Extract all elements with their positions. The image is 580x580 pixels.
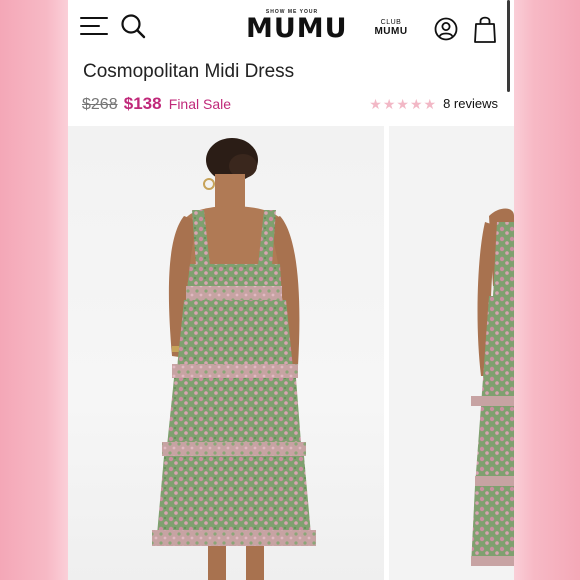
shopping-bag-icon[interactable]: [474, 15, 496, 43]
original-price: $268: [82, 96, 118, 113]
product-photo-side-view[interactable]: [389, 126, 514, 580]
logo-name: MUMU: [246, 13, 348, 44]
site-header: SHOW ME YOUR MUMU CLUB MUMU: [68, 0, 514, 56]
reviews-count: 8 reviews: [443, 96, 498, 111]
star-icon: ★: [423, 95, 437, 112]
star-icon: ★: [409, 95, 423, 112]
sale-price: $138: [123, 94, 162, 113]
rating-link[interactable]: ★ ★ ★ ★ ★ 8 reviews: [369, 96, 498, 111]
account-icon[interactable]: [434, 17, 458, 41]
price-row: $268 $138 Final Sale: [82, 94, 231, 114]
star-icon: ★: [369, 95, 382, 112]
product-gallery[interactable]: [68, 126, 514, 580]
model-side-view-image: [471, 208, 514, 566]
phone-screen: SHOW ME YOUR MUMU CLUB MUMU Cosmopolitan…: [68, 0, 514, 580]
product-title: Cosmopolitan Midi Dress: [83, 61, 295, 82]
final-sale-label: Final Sale: [168, 96, 232, 112]
site-logo[interactable]: SHOW ME YOUR MUMU: [246, 9, 348, 44]
club-label-top: CLUB: [380, 19, 402, 26]
hamburger-menu-icon[interactable]: [80, 17, 108, 37]
star-icon: ★: [396, 95, 409, 112]
model-back-view-image: [152, 138, 316, 580]
star-rating: ★ ★ ★ ★ ★: [369, 97, 436, 111]
search-icon[interactable]: [120, 13, 146, 39]
club-mumu-link[interactable]: CLUB MUMU: [371, 19, 411, 37]
product-photo-back-view[interactable]: [68, 126, 384, 580]
club-label-bottom: MUMU: [374, 26, 408, 37]
star-icon: ★: [382, 95, 396, 112]
